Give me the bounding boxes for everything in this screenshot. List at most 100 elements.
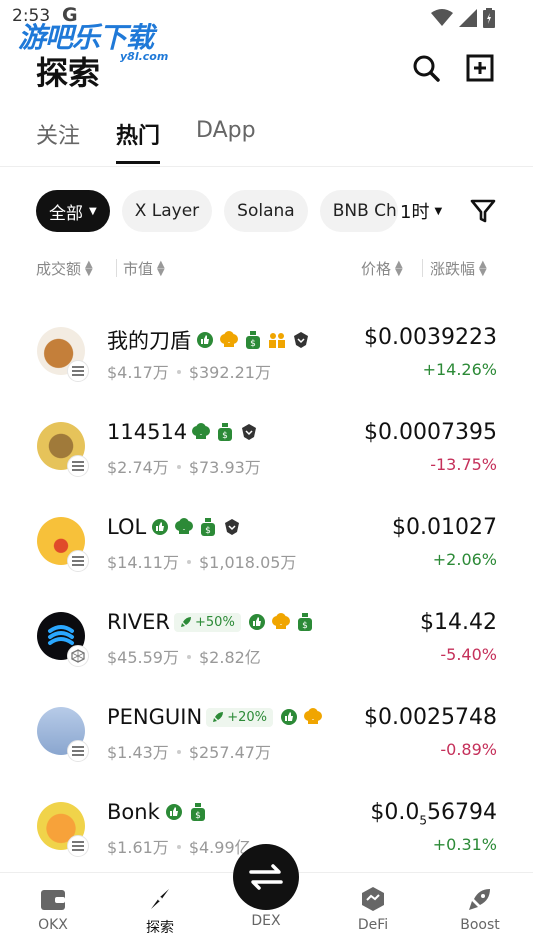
solana-chain-icon bbox=[67, 835, 89, 857]
token-row[interactable]: RIVER +50% $ $45.59万 $2.82亿 $14.42 -5.40% bbox=[0, 590, 533, 685]
compass-icon bbox=[151, 889, 169, 909]
token-price: $0.01027 bbox=[392, 515, 497, 540]
watermark-url: y8l.com bbox=[120, 50, 169, 63]
sort-icon: ▲ ▼ bbox=[157, 258, 165, 278]
money-bag-badge-icon: $ bbox=[295, 612, 315, 632]
token-name: 我的刀盾 $ bbox=[107, 325, 311, 355]
money-bag-badge-icon: $ bbox=[198, 517, 218, 537]
separator-dot bbox=[187, 559, 191, 564]
token-stats: $1.43万 $257.47万 bbox=[107, 739, 271, 763]
filter-icon bbox=[470, 199, 496, 223]
sort-change[interactable]: 涨跌幅 ▲ ▼ bbox=[430, 258, 487, 279]
money-bag-badge-icon: $ bbox=[243, 330, 263, 350]
search-icon bbox=[413, 55, 440, 82]
tabs-divider bbox=[0, 166, 533, 167]
token-mcap: $257.47万 bbox=[188, 743, 271, 762]
chip-solana[interactable]: Solana bbox=[224, 190, 308, 232]
sort-divider bbox=[116, 259, 117, 277]
token-row[interactable]: 114514 $ $2.74万 $73.93万 $0.0007395 -13.75… bbox=[0, 400, 533, 495]
sort-volume[interactable]: 成交额 ▲ ▼ bbox=[36, 258, 93, 279]
bnb-chain-icon bbox=[67, 645, 89, 667]
search-button[interactable] bbox=[410, 52, 442, 84]
nav-boost[interactable]: Boost bbox=[440, 885, 520, 933]
separator-dot bbox=[176, 369, 181, 374]
tab-hot[interactable]: 热门 bbox=[116, 118, 161, 164]
token-name-text: RIVER bbox=[107, 610, 171, 634]
signal-icon bbox=[459, 9, 477, 27]
separator-dot bbox=[176, 844, 181, 849]
eagle-badge-icon bbox=[222, 517, 242, 537]
token-name-text: PENGUIN bbox=[107, 705, 203, 729]
thumbs-up-badge-icon bbox=[195, 330, 215, 350]
svg-text:$: $ bbox=[222, 431, 228, 441]
token-row[interactable]: PENGUIN +20% $1.43万 $257.47万 $0.0025748 -… bbox=[0, 685, 533, 780]
nav-explore[interactable]: 探索 bbox=[120, 885, 200, 937]
wallet-icon bbox=[41, 890, 65, 910]
svg-text:$: $ bbox=[302, 621, 308, 631]
sort-volume-label: 成交额 bbox=[36, 260, 82, 278]
add-button[interactable] bbox=[464, 52, 496, 84]
wifi-icon bbox=[431, 9, 453, 26]
sort-icon: ▲ ▼ bbox=[395, 258, 403, 278]
filter-button[interactable] bbox=[470, 198, 496, 228]
tab-dapp[interactable]: DApp bbox=[196, 118, 256, 164]
nav-okx-label: OKX bbox=[38, 917, 68, 933]
chip-all[interactable]: 全部 ▼ bbox=[36, 190, 110, 232]
nav-okx[interactable]: OKX bbox=[13, 885, 93, 933]
token-name: Bonk $ bbox=[107, 800, 208, 824]
token-volume: $45.59万 bbox=[107, 648, 179, 667]
boost-badge: +50% bbox=[174, 612, 241, 632]
sort-icon: ▲ ▼ bbox=[479, 258, 487, 278]
sort-mcap[interactable]: 市值 ▲ ▼ bbox=[123, 258, 165, 279]
token-mcap: $2.82亿 bbox=[199, 648, 261, 667]
dex-swap-button[interactable] bbox=[233, 844, 299, 910]
token-mcap: $392.21万 bbox=[188, 363, 271, 382]
nav-dex[interactable]: DEX bbox=[226, 913, 306, 929]
chip-bnb[interactable]: BNB Ch bbox=[319, 190, 398, 232]
token-change: -0.89% bbox=[440, 740, 497, 759]
chain-filter-chips: 全部 ▼ X Layer Solana BNB Ch bbox=[36, 190, 398, 232]
solana-chain-icon bbox=[67, 740, 89, 762]
token-price: $0.0007395 bbox=[364, 420, 497, 445]
token-mcap: $73.93万 bbox=[188, 458, 261, 477]
time-filter-label: 1时 bbox=[400, 202, 430, 223]
token-volume: $1.43万 bbox=[107, 743, 169, 762]
separator-dot bbox=[176, 749, 181, 754]
thumbs-up-badge-icon bbox=[150, 517, 170, 537]
solana-chain-icon bbox=[67, 455, 89, 477]
separator-dot bbox=[176, 464, 181, 469]
explore-tabs: 关注 热门 DApp bbox=[36, 118, 256, 164]
chef-hat-badge-icon bbox=[303, 707, 323, 727]
token-name-text: LOL bbox=[107, 515, 147, 539]
token-row[interactable]: 我的刀盾 $ $4.17万 $392.21万 $0.0039223 +14.26% bbox=[0, 305, 533, 400]
token-name-text: Bonk bbox=[107, 800, 160, 824]
sort-price-label: 价格 bbox=[361, 260, 392, 278]
svg-text:$: $ bbox=[250, 339, 256, 349]
defi-icon bbox=[362, 887, 384, 911]
token-stats: $1.61万 $4.99亿 bbox=[107, 834, 251, 858]
price-prefix: $0.0 bbox=[370, 800, 420, 825]
page-title: 探索 bbox=[36, 54, 101, 92]
eagle-badge-icon bbox=[291, 330, 311, 350]
time-filter[interactable]: 1时 ▼ bbox=[400, 198, 442, 224]
boost-percent: +50% bbox=[195, 614, 235, 630]
token-name: LOL $ bbox=[107, 515, 242, 539]
token-stats: $2.74万 $73.93万 bbox=[107, 454, 261, 478]
tab-follow[interactable]: 关注 bbox=[36, 118, 80, 164]
sort-icon: ▲ ▼ bbox=[85, 258, 93, 278]
caret-down-icon: ▼ bbox=[89, 205, 97, 217]
caret-down-icon: ▼ bbox=[434, 205, 443, 217]
token-stats: $4.17万 $392.21万 bbox=[107, 359, 271, 383]
battery-icon bbox=[483, 8, 495, 28]
token-name: PENGUIN +20% bbox=[107, 705, 323, 729]
token-price: $14.42 bbox=[420, 610, 497, 635]
sort-divider bbox=[422, 259, 423, 277]
thumbs-up-badge-icon bbox=[247, 612, 267, 632]
token-mcap: $1,018.05万 bbox=[199, 553, 297, 572]
rocket-icon bbox=[213, 712, 224, 722]
token-row[interactable]: LOL $ $14.11万 $1,018.05万 $0.01027 +2.06% bbox=[0, 495, 533, 590]
sort-price[interactable]: 价格 ▲ ▼ bbox=[361, 258, 403, 279]
sort-mcap-label: 市值 bbox=[123, 260, 154, 278]
nav-defi[interactable]: DeFi bbox=[333, 885, 413, 933]
chip-xlayer[interactable]: X Layer bbox=[121, 190, 213, 232]
